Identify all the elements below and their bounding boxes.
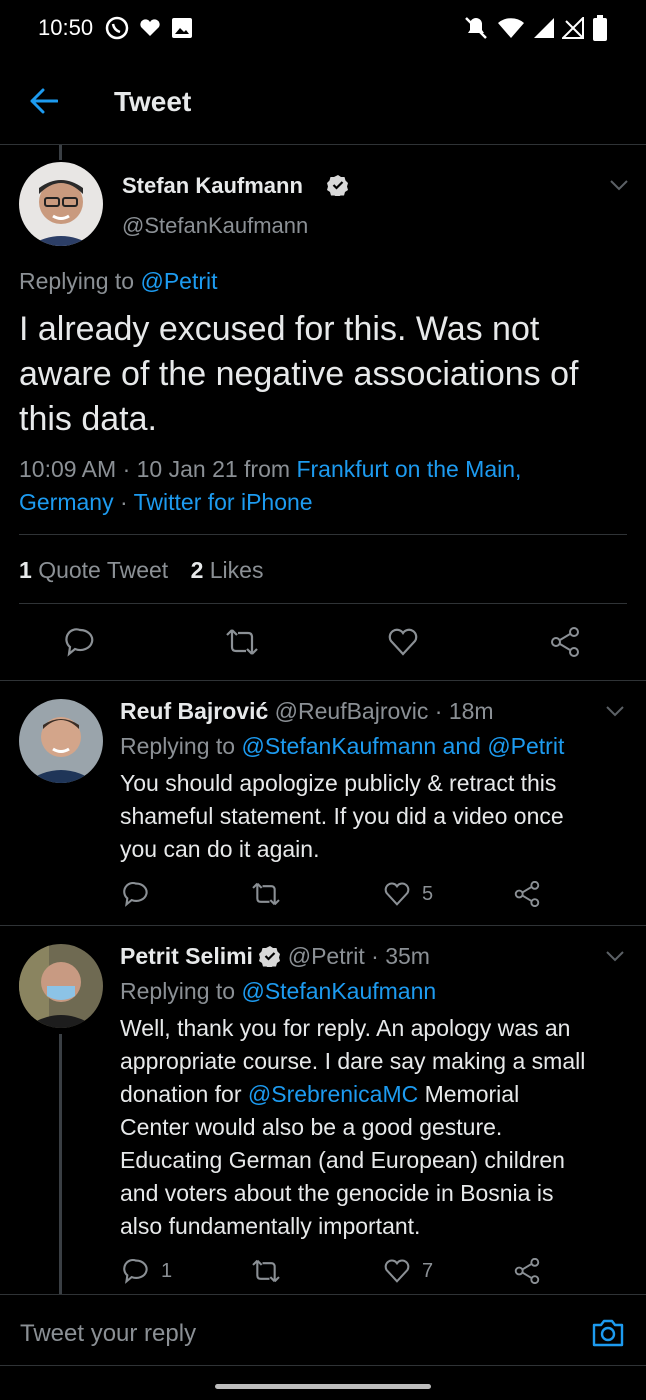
tweet-line: and voters about the genocide in Bosnia … <box>120 1180 554 1206</box>
tweet-meta: 10:09 AM · 10 Jan 21 from Frankfurt on t… <box>19 453 631 519</box>
retweet-icon[interactable] <box>251 881 281 907</box>
verified-badge-icon <box>259 945 281 967</box>
tweet-line: also fundamentally important. <box>120 1213 421 1239</box>
share-icon[interactable] <box>514 1258 540 1284</box>
top-bar <box>0 60 646 144</box>
main-tweet-actions <box>0 620 646 670</box>
like-icon[interactable] <box>384 882 410 906</box>
arrow-left-icon[interactable] <box>30 88 58 114</box>
tweet-text: You should apologize publicly & retract … <box>120 767 564 866</box>
camera-icon[interactable] <box>591 1318 625 1348</box>
tweet-line: you can do it again. <box>120 836 320 862</box>
reply-count: 1 <box>161 1260 173 1282</box>
like-icon[interactable] <box>384 1259 410 1283</box>
retweet-icon[interactable] <box>225 627 259 657</box>
reply-input-placeholder[interactable]: Tweet your reply <box>20 1320 196 1348</box>
mention-link[interactable]: @SrebrenicaMC <box>248 1081 418 1107</box>
page-title: Tweet <box>114 86 192 117</box>
replying-mention[interactable]: @Petrit <box>140 268 217 294</box>
tweet-line: You should apologize publicly & retract … <box>120 770 557 796</box>
status-time: 10:50 <box>38 15 94 40</box>
meta-separator: · <box>113 489 134 515</box>
likes-label: Likes <box>209 557 264 583</box>
author-name[interactable]: Stefan Kaufmann <box>122 173 303 199</box>
wifi-icon <box>497 17 525 39</box>
replying-prefix: Replying to <box>120 978 236 1004</box>
tweet-line-start: donation for <box>120 1081 248 1107</box>
home-indicator <box>215 1384 431 1389</box>
tweet-line-end: Memorial <box>418 1081 520 1107</box>
avatar[interactable] <box>19 162 103 246</box>
replying-to: Replying to @StefanKaufmann <box>120 978 436 1005</box>
author-handle[interactable]: @StefanKaufmann <box>122 213 308 239</box>
author-name[interactable]: Petrit Selimi <box>120 943 253 969</box>
like-count: 7 <box>422 1260 434 1282</box>
tweet-timestamp: 10:09 AM · 10 Jan 21 from <box>19 456 297 482</box>
handle-time[interactable]: @Petrit · 35m <box>288 943 430 969</box>
replying-to: Replying to @Petrit <box>19 268 218 295</box>
thread-line <box>59 1034 62 1294</box>
reply-tweet[interactable]: Reuf Bajrović @ReufBajrovic · 18m Replyi… <box>0 681 646 925</box>
quote-count: 1 <box>19 557 32 583</box>
replying-prefix: Replying to <box>120 733 236 759</box>
reply-header: Reuf Bajrović @ReufBajrovic · 18m <box>120 698 494 725</box>
tweet-location-line2[interactable]: Germany <box>19 489 114 515</box>
tweet-text: I already excused for this. Was not awar… <box>19 310 579 438</box>
heart-icon <box>139 18 161 38</box>
author-name[interactable]: Reuf Bajrović <box>120 698 268 724</box>
mute-icon <box>463 15 489 41</box>
chevron-down-icon[interactable] <box>605 705 625 717</box>
signal-icon <box>533 17 555 39</box>
battery-icon <box>593 15 607 41</box>
share-icon[interactable] <box>514 881 540 907</box>
verified-badge-icon <box>327 174 349 196</box>
image-icon <box>171 17 193 39</box>
viber-icon <box>104 15 130 41</box>
reply-icon[interactable] <box>65 627 95 657</box>
quote-label: Quote Tweet <box>38 557 169 583</box>
stats-divider-bottom <box>19 603 627 604</box>
replying-prefix: Replying to <box>19 268 135 294</box>
tweet-line: Educating German (and European) children <box>120 1147 565 1173</box>
quote-stat[interactable]: 1 Quote Tweet <box>19 557 168 583</box>
replying-mention[interactable]: @StefanKaufmann and @Petrit <box>241 733 564 759</box>
tweet-line: appropriate course. I dare say making a … <box>120 1048 586 1074</box>
reply-actions: 5 <box>0 879 646 909</box>
reply-icon[interactable] <box>123 881 149 907</box>
tweet-line: shameful statement. If you did a video o… <box>120 803 564 829</box>
thread-line <box>59 145 62 160</box>
tweet-location-line1[interactable]: Frankfurt on the Main, <box>296 456 521 482</box>
like-icon[interactable] <box>388 628 418 656</box>
tweet-line: donation for @SrebrenicaMC Memorial <box>120 1078 585 1111</box>
retweet-icon[interactable] <box>251 1258 281 1284</box>
likes-stat[interactable]: 2 Likes <box>191 557 264 583</box>
reply-header: Petrit Selimi @Petrit · 35m <box>120 943 430 970</box>
share-icon[interactable] <box>550 627 580 657</box>
tweet-client[interactable]: Twitter for iPhone <box>134 489 313 515</box>
stats-divider-top <box>19 534 627 535</box>
chevron-down-icon[interactable] <box>605 950 625 962</box>
tweet-line: Center would also be a good gesture. <box>120 1114 503 1140</box>
header-divider <box>0 144 646 145</box>
tweet-line: Well, thank you for reply. An apology wa… <box>120 1015 571 1041</box>
replying-to: Replying to @StefanKaufmann and @Petrit <box>120 733 564 760</box>
like-count: 5 <box>422 883 434 905</box>
likes-count: 2 <box>190 557 204 583</box>
chevron-down-icon[interactable] <box>609 179 629 191</box>
compose-divider-bottom <box>0 1365 646 1366</box>
handle-time[interactable]: @ReufBajrovic · 18m <box>275 698 494 724</box>
reply-tweet[interactable]: Petrit Selimi @Petrit · 35m Replying to … <box>0 926 646 1294</box>
reply-actions: 1 7 <box>0 1256 646 1286</box>
reply-icon[interactable] <box>123 1258 149 1284</box>
no-signal-icon <box>562 17 584 39</box>
status-bar: 10:50 <box>0 0 646 60</box>
tweet-text: Well, thank you for reply. An apology wa… <box>120 1012 585 1243</box>
avatar[interactable] <box>19 944 103 1028</box>
tweet-stats: 1 Quote Tweet 2 Likes <box>19 557 263 584</box>
avatar[interactable] <box>19 699 103 783</box>
replying-mention[interactable]: @StefanKaufmann <box>241 978 436 1004</box>
